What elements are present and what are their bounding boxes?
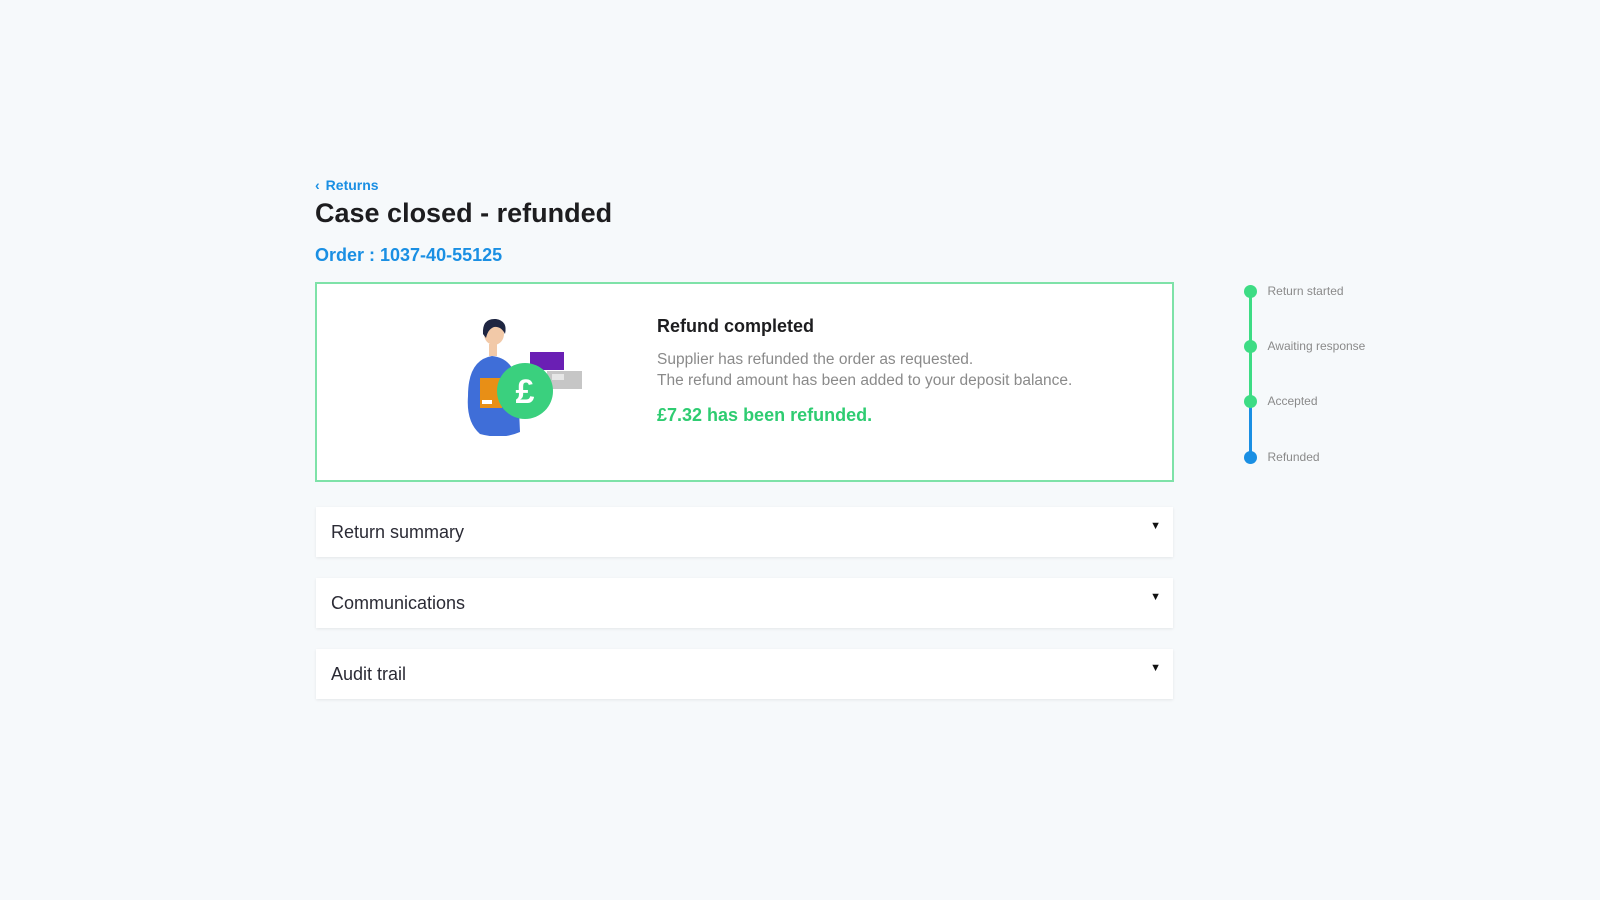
step-complete-dot-icon: [1243, 394, 1257, 408]
communications-label: Communications: [331, 593, 466, 613]
parcel-orange-label: [482, 400, 492, 404]
communications-section[interactable]: Communications ▼: [316, 578, 1173, 628]
return-progress-timeline: Return started Awaiting response Accepte…: [1241, 283, 1441, 473]
back-link-label: Returns: [325, 177, 379, 193]
timeline-step-awaiting-response: Awaiting response: [1241, 339, 1365, 353]
return-case-page: ‹ Returns Case closed - refunded Order :…: [0, 0, 1600, 900]
step-complete-dot-icon: [1243, 339, 1257, 353]
return-summary-label: Return summary: [331, 522, 465, 542]
timeline-step-label: Return started: [1267, 284, 1344, 298]
timeline-step-return-started: Return started: [1241, 284, 1344, 298]
audit-trail-section[interactable]: Audit trail ▼: [316, 649, 1173, 699]
person-neck: [489, 344, 497, 356]
order-number-value: 1037-40-55125: [380, 245, 503, 265]
caret-down-icon: ▼: [1150, 520, 1161, 532]
refund-details: Refund completed Supplier has refunded t…: [657, 316, 1077, 426]
refund-heading: Refund completed: [657, 316, 815, 336]
refund-amount: £7.32 has been refunded.: [657, 405, 873, 425]
step-complete-dot-icon: [1243, 284, 1257, 298]
refund-description-line-2: The refund amount has been added to your…: [657, 372, 1073, 389]
caret-down-icon: ▼: [1150, 591, 1161, 603]
timeline-step-accepted: Accepted: [1241, 394, 1318, 408]
chevron-left-icon: ‹: [315, 177, 320, 193]
timeline-step-label: Awaiting response: [1267, 339, 1366, 353]
caret-down-icon: ▼: [1150, 662, 1161, 674]
audit-trail-label: Audit trail: [331, 664, 407, 684]
pound-symbol-icon: £: [516, 373, 535, 411]
back-to-returns-link[interactable]: ‹ Returns: [315, 177, 379, 193]
parcel-grey-label: [552, 374, 564, 380]
step-current-dot-icon: [1243, 450, 1257, 464]
refund-illustration: £: [467, 318, 582, 436]
refund-description-line-1: Supplier has refunded the order as reque…: [657, 351, 974, 368]
timeline-step-label: Accepted: [1267, 394, 1318, 408]
timeline-step-label: Refunded: [1267, 450, 1320, 464]
page-title: Case closed - refunded: [315, 198, 613, 228]
order-number: Order : 1037-40-55125: [315, 245, 502, 266]
refund-status-card: £ Refund completed Supplier has refunded…: [315, 282, 1174, 482]
timeline-step-refunded: Refunded: [1241, 450, 1320, 464]
return-summary-section[interactable]: Return summary ▼: [316, 507, 1173, 557]
refund-description: Supplier has refunded the order as reque…: [657, 349, 1077, 391]
order-prefix: Order :: [315, 245, 381, 265]
